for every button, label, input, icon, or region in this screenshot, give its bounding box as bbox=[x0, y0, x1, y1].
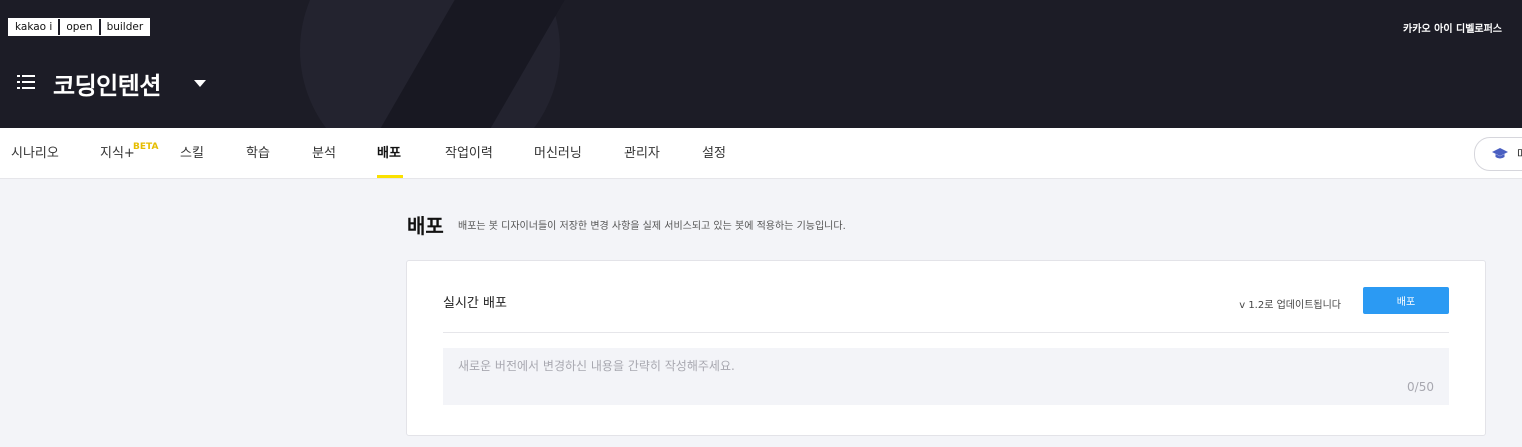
kakao-open-builder-logo[interactable]: kakao i open builder bbox=[8, 18, 151, 36]
top-header: kakao i open builder 카카오 아이 디벨로퍼스 코딩인텐션 bbox=[0, 0, 1522, 128]
tab-machine-learning[interactable]: 머신러닝 bbox=[534, 128, 582, 178]
realtime-deploy-card: 실시간 배포 v 1.2로 업데이트됩니다 배포 새로운 버전에서 변경하신 내… bbox=[406, 260, 1486, 436]
tab-scenario[interactable]: 시나리오 bbox=[11, 128, 59, 178]
tab-admin[interactable]: 관리자 bbox=[624, 128, 660, 178]
card-title: 실시간 배포 bbox=[443, 296, 507, 311]
tab-training[interactable]: 학습 bbox=[246, 128, 270, 178]
developers-link[interactable]: 카카오 아이 디벨로퍼스 bbox=[1403, 20, 1502, 35]
tab-history[interactable]: 작업이력 bbox=[445, 128, 493, 178]
logo-part-open: open bbox=[58, 19, 99, 35]
caret-down-icon[interactable] bbox=[194, 80, 206, 87]
divider bbox=[443, 332, 1449, 333]
release-notes-input[interactable]: 새로운 버전에서 변경하신 내용을 간략히 작성해주세요. 0/50 bbox=[443, 348, 1449, 405]
page-title: 배포 bbox=[407, 214, 444, 238]
page-description: 배포는 봇 디자이너들이 저장한 변경 사항을 실제 서비스되고 있는 봇에 적… bbox=[458, 221, 846, 232]
char-counter: 0/50 bbox=[1407, 380, 1434, 394]
guide-button[interactable]: 매 bbox=[1474, 137, 1522, 171]
beta-badge: BETA bbox=[133, 142, 159, 152]
bot-name-selector[interactable]: 코딩인텐션 bbox=[53, 66, 161, 101]
graduation-cap-icon bbox=[1492, 148, 1508, 159]
tab-skill[interactable]: 스킬 bbox=[180, 128, 204, 178]
menu-icon[interactable] bbox=[17, 75, 35, 89]
logo-part-kakao: kakao i bbox=[9, 19, 59, 35]
version-info: v 1.2로 업데이트됩니다 bbox=[1239, 300, 1341, 311]
guide-button-label: 매 bbox=[1517, 145, 1522, 162]
deploy-button[interactable]: 배포 bbox=[1363, 287, 1449, 314]
logo-part-builder: builder bbox=[98, 19, 150, 35]
tab-knowledge[interactable]: 지식+ bbox=[100, 128, 135, 178]
tab-deploy[interactable]: 배포 bbox=[377, 128, 403, 178]
main-nav: 시나리오 지식+ BETA 스킬 학습 분석 배포 작업이력 머신러닝 관리자 … bbox=[0, 128, 1522, 179]
tab-deploy-label: 배포 bbox=[377, 146, 401, 161]
tab-settings[interactable]: 설정 bbox=[702, 128, 726, 178]
active-tab-indicator bbox=[377, 175, 403, 178]
tab-analysis[interactable]: 분석 bbox=[312, 128, 336, 178]
release-notes-placeholder: 새로운 버전에서 변경하신 내용을 간략히 작성해주세요. bbox=[458, 359, 735, 373]
